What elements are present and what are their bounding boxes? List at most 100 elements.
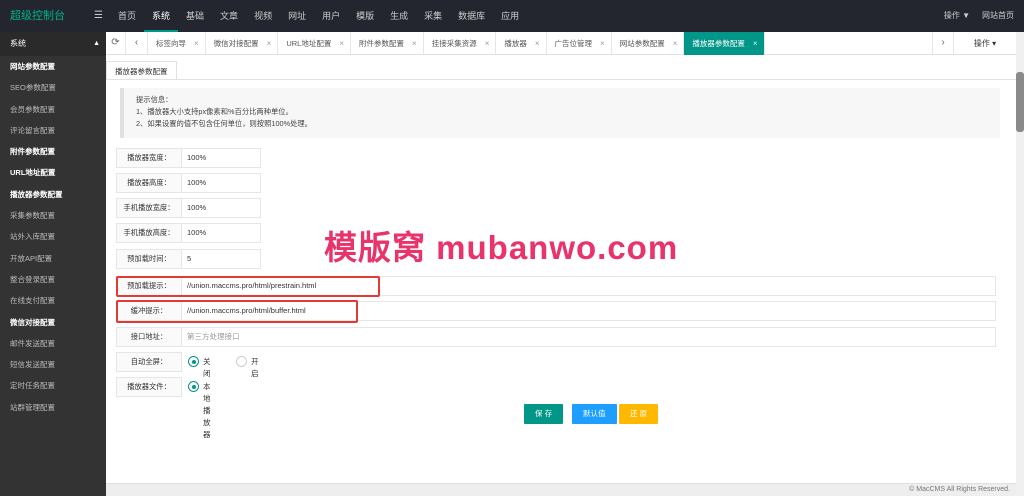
player-height-input[interactable]: 100% [182,173,261,193]
close-icon[interactable]: × [753,39,758,48]
sidebar-item-7[interactable]: 采集参数配置 [0,205,106,226]
nav-item-6[interactable]: 用户 [314,0,348,32]
sidebar-item-14[interactable]: 短信发送配置 [0,354,106,375]
tab-0[interactable]: 标签向导 × [148,32,206,55]
tab-2[interactable]: URL地址配置 × [278,32,352,55]
nav-item-4[interactable]: 视频 [246,0,280,32]
top-ops-menu[interactable]: 操作 ▼ [944,0,970,32]
reset-button[interactable]: 还 原 [619,404,659,424]
caret-up-icon: ▲ [93,40,100,47]
api-url-input[interactable]: 第三方处理接口 [182,327,996,347]
autofull-label: 自动全屏： [116,352,182,372]
close-icon[interactable]: × [412,39,417,48]
sidebar-item-3[interactable]: 评论留言配置 [0,120,106,141]
sidebar-item-0[interactable]: 网站参数配置 [0,56,106,77]
autofull-off-radio[interactable]: 关闭 [188,356,211,378]
top-navbar: 超级控制台 ☰ 首页 系统 基础 文章 视频 网址 用户 模版 生成 采集 数据库 应用 操作 ▼ 网… [0,0,1024,32]
tips-box: 提示信息： 1、播放器大小支持px像素和%百分比两种单位。 2、如果设置的值不包… [120,88,1000,138]
sidebar-item-10[interactable]: 整合登录配置 [0,269,106,290]
tab-label: 附件参数配置 [359,39,405,48]
sidebar-item-8[interactable]: 站外入库配置 [0,226,106,247]
sidebar-item-5[interactable]: URL地址配置 [0,162,106,183]
close-icon[interactable]: × [673,39,678,48]
tab-5[interactable]: 播放器 × [496,32,547,55]
refresh-icon[interactable]: ⟳ [106,32,126,55]
sidebar-header[interactable]: 系统 ▲ [0,32,106,56]
tab-next-icon[interactable]: › [932,32,954,55]
close-icon[interactable]: × [535,39,540,48]
tab-8[interactable]: 播放器参数配置 × [684,32,765,55]
nav-item-0[interactable]: 首页 [110,0,144,32]
radio-dot-icon [188,356,199,367]
player-height-label: 播放器高度： [116,173,182,193]
sidebar-item-9[interactable]: 开放API配置 [0,248,106,269]
sidebar-item-4[interactable]: 附件参数配置 [0,141,106,162]
mobile-height-label: 手机播放高度： [116,223,182,243]
tab-3[interactable]: 附件参数配置 × [351,32,424,55]
top-right-area: 操作 ▼ 网站首页 [944,0,1014,32]
nav-item-10[interactable]: 数据库 [450,0,493,32]
sidebar-item-1[interactable]: SEO参数配置 [0,77,106,98]
preload-time-input[interactable]: 5 [182,249,261,269]
tips-line-2: 2、如果设置的值不包含任何单位，则按照100%处理。 [136,119,312,128]
radio-dot-icon [188,381,199,392]
save-button[interactable]: 保 存 [524,404,564,424]
tab-ops-menu[interactable]: 操作 ▾ [954,32,1016,55]
tab-label: 网站参数配置 [619,39,665,48]
player-file-local-radio[interactable]: 本地播放器 [188,381,211,439]
sidebar-item-13[interactable]: 邮件发送配置 [0,333,106,354]
sidebar-item-6[interactable]: 播放器参数配置 [0,184,106,205]
radio-dot-icon [236,356,247,367]
player-file-label: 播放器文件： [116,377,182,397]
close-icon[interactable]: × [485,39,490,48]
subtab-divider [106,79,1016,80]
sidebar-item-16[interactable]: 站群管理配置 [0,397,106,418]
sidebar-item-2[interactable]: 会员参数配置 [0,99,106,120]
player-width-input[interactable]: 100% [182,148,261,168]
menu-toggle-icon[interactable]: ☰ [94,0,103,32]
sidebar-items: 网站参数配置 SEO参数配置 会员参数配置 评论留言配置 附件参数配置 URL地址配置 播放… [0,56,106,418]
watermark: 模版窝 mubanwo.com [324,229,679,266]
tab-label: 挂接采集资源 [431,39,477,48]
subtab-player-config[interactable]: 播放器参数配置 [106,61,177,80]
close-icon[interactable]: × [339,39,344,48]
sidebar-item-11[interactable]: 在线支付配置 [0,290,106,311]
mobile-height-input[interactable]: 100% [182,223,261,243]
close-icon[interactable]: × [600,39,605,48]
tab-prev-icon[interactable]: ‹ [126,32,148,55]
tips-line-1: 1、播放器大小支持px像素和%百分比两种单位。 [136,107,293,116]
scrollbar[interactable] [1016,32,1024,496]
nav-item-2[interactable]: 基础 [178,0,212,32]
close-icon[interactable]: × [267,39,272,48]
tab-label: 微信对接配置 [213,39,259,48]
tab-1[interactable]: 微信对接配置 × [206,32,279,55]
scrollbar-thumb[interactable] [1016,72,1024,132]
buffer-tip-label: 缓冲提示： [116,301,182,321]
app-logo[interactable]: 超级控制台 [10,0,65,32]
preload-tip-input[interactable]: //union.maccms.pro/html/prestrain.html [182,276,996,296]
autofull-on-radio[interactable]: 开启 [236,356,259,378]
nav-item-7[interactable]: 模版 [348,0,382,32]
autofull-off-label: 关闭 [203,357,211,378]
nav-item-5[interactable]: 网址 [280,0,314,32]
tab-7[interactable]: 网站参数配置 × [612,32,685,55]
nav-item-3[interactable]: 文章 [212,0,246,32]
default-button[interactable]: 默认值 [572,404,617,424]
footer: © MacCMS All Rights Reserved. [106,483,1016,496]
main-content: 播放器参数配置 提示信息： 1、播放器大小支持px像素和%百分比两种单位。 2、… [106,55,1016,483]
tab-4[interactable]: 挂接采集资源 × [424,32,497,55]
nav-item-9[interactable]: 采集 [416,0,450,32]
nav-item-8[interactable]: 生成 [382,0,416,32]
api-url-label: 接口地址： [116,327,182,347]
sidebar-item-15[interactable]: 定时任务配置 [0,375,106,396]
nav-item-11[interactable]: 应用 [493,0,527,32]
buffer-tip-input[interactable]: //union.maccms.pro/html/buffer.html [182,301,996,321]
close-icon[interactable]: × [194,39,199,48]
nav-item-1[interactable]: 系统 [144,0,179,32]
tab-6[interactable]: 广告位管理 × [547,32,612,55]
site-home-link[interactable]: 网站首页 [982,0,1014,32]
mobile-width-input[interactable]: 100% [182,198,261,218]
sidebar: 系统 ▲ 网站参数配置 SEO参数配置 会员参数配置 评论留言配置 附件参数配置 URL地… [0,32,106,496]
tab-label: 广告位管理 [554,39,593,48]
sidebar-item-12[interactable]: 微信对接配置 [0,312,106,333]
